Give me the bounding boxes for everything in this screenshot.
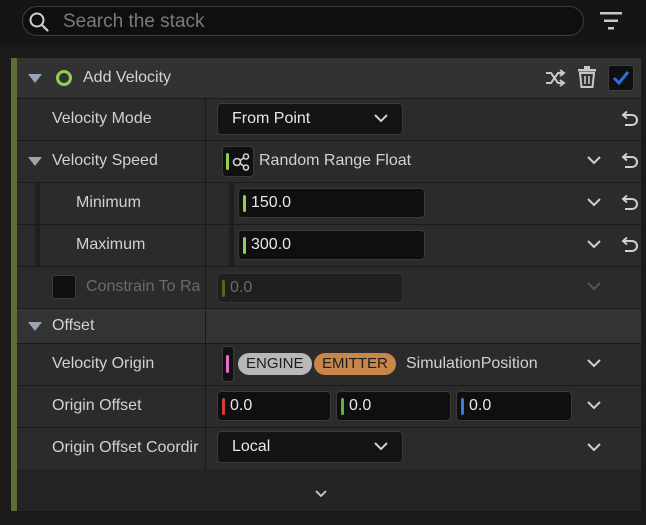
- row-minimum: Minimum 150.0: [17, 183, 641, 224]
- chevron-down-icon[interactable]: [586, 443, 602, 453]
- constrain-input: 0.0: [217, 273, 403, 303]
- checkmark-icon: [612, 71, 630, 86]
- search-box[interactable]: [22, 6, 584, 36]
- reset-arrow-icon[interactable]: [619, 153, 639, 169]
- row-origin-offset: Origin Offset 0.0 0.0 0.0: [17, 386, 641, 427]
- origin-offset-y-value: 0.0: [349, 397, 372, 414]
- origin-offset-x-input[interactable]: 0.0: [217, 391, 331, 421]
- origin-offset-label: Origin Offset: [52, 397, 142, 414]
- velocity-origin-label: Velocity Origin: [52, 355, 155, 372]
- search-input[interactable]: [61, 9, 565, 35]
- search-icon: [29, 12, 49, 32]
- chevron-down-icon: [374, 442, 388, 451]
- shuffle-icon[interactable]: [544, 67, 566, 89]
- section-offset[interactable]: Offset: [17, 309, 641, 343]
- velocity-mode-value: From Point: [232, 110, 311, 127]
- minimum-input[interactable]: 150.0: [238, 188, 425, 218]
- row-velocity-mode: Velocity Mode From Point: [17, 99, 641, 140]
- constrain-value: 0.0: [230, 279, 253, 296]
- row-constrain: Constrain To Ra 0.0: [17, 267, 641, 308]
- constrain-label: Constrain To Ra: [86, 278, 201, 295]
- expand-arrow-icon[interactable]: [28, 157, 42, 166]
- emitter-tag: EMITTER: [314, 353, 396, 375]
- chevron-down-icon[interactable]: [586, 198, 602, 208]
- dynamic-input-button[interactable]: [222, 146, 254, 177]
- row-origin-offset-coordinate: Origin Offset Coordir Local: [17, 428, 641, 469]
- origin-offset-x-value: 0.0: [230, 397, 253, 414]
- velocity-mode-label: Velocity Mode: [52, 110, 152, 127]
- reset-arrow-icon[interactable]: [619, 237, 639, 253]
- reset-arrow-icon[interactable]: [619, 195, 639, 211]
- row-velocity-speed: Velocity Speed Random Range Float: [17, 141, 641, 182]
- velocity-speed-label: Velocity Speed: [52, 152, 158, 169]
- chevron-down-icon[interactable]: [586, 156, 602, 166]
- minimum-label: Minimum: [76, 194, 141, 211]
- chevron-down-icon[interactable]: [586, 240, 602, 250]
- engine-tag: ENGINE: [238, 353, 312, 375]
- function-node-icon: [232, 153, 250, 171]
- maximum-value: 300.0: [251, 236, 292, 253]
- collapse-arrow-icon[interactable]: [28, 74, 42, 83]
- origin-offset-coord-label: Origin Offset Coordir: [52, 439, 199, 456]
- expand-more-bar[interactable]: [17, 480, 641, 511]
- origin-offset-coord-value: Local: [232, 438, 271, 455]
- maximum-label: Maximum: [76, 236, 146, 253]
- maximum-input[interactable]: 300.0: [238, 230, 425, 260]
- velocity-speed-value: Random Range Float: [259, 152, 412, 169]
- module-status-icon: [56, 70, 72, 86]
- filter-icon[interactable]: [598, 10, 624, 32]
- chevron-down-icon[interactable]: [586, 401, 602, 411]
- top-toolbar: [0, 0, 646, 44]
- minimum-value: 150.0: [251, 194, 292, 211]
- module-header[interactable]: Add Velocity: [17, 58, 641, 98]
- trash-icon[interactable]: [576, 65, 598, 89]
- origin-offset-y-input[interactable]: 0.0: [336, 391, 451, 421]
- origin-offset-z-value: 0.0: [469, 397, 492, 414]
- chevron-down-icon: [587, 282, 601, 291]
- expand-arrow-icon[interactable]: [28, 322, 42, 331]
- constrain-checkbox[interactable]: [52, 275, 76, 299]
- origin-offset-z-input[interactable]: 0.0: [456, 391, 572, 421]
- offset-section-label: Offset: [52, 317, 95, 334]
- reset-arrow-icon[interactable]: [619, 111, 639, 127]
- chevron-down-icon: [374, 114, 388, 123]
- origin-offset-coord-dropdown[interactable]: Local: [217, 431, 403, 463]
- module-enabled-checkbox[interactable]: [608, 65, 634, 91]
- link-input-button[interactable]: [222, 346, 234, 382]
- row-maximum: Maximum 300.0: [17, 225, 641, 266]
- module-title: Add Velocity: [83, 69, 172, 86]
- chevron-down-icon[interactable]: [586, 359, 602, 369]
- velocity-mode-dropdown[interactable]: From Point: [217, 103, 403, 135]
- velocity-origin-value: SimulationPosition: [406, 355, 538, 372]
- chevron-down-icon[interactable]: [315, 490, 327, 498]
- row-velocity-origin: Velocity Origin ENGINE EMITTER Simulatio…: [17, 344, 641, 385]
